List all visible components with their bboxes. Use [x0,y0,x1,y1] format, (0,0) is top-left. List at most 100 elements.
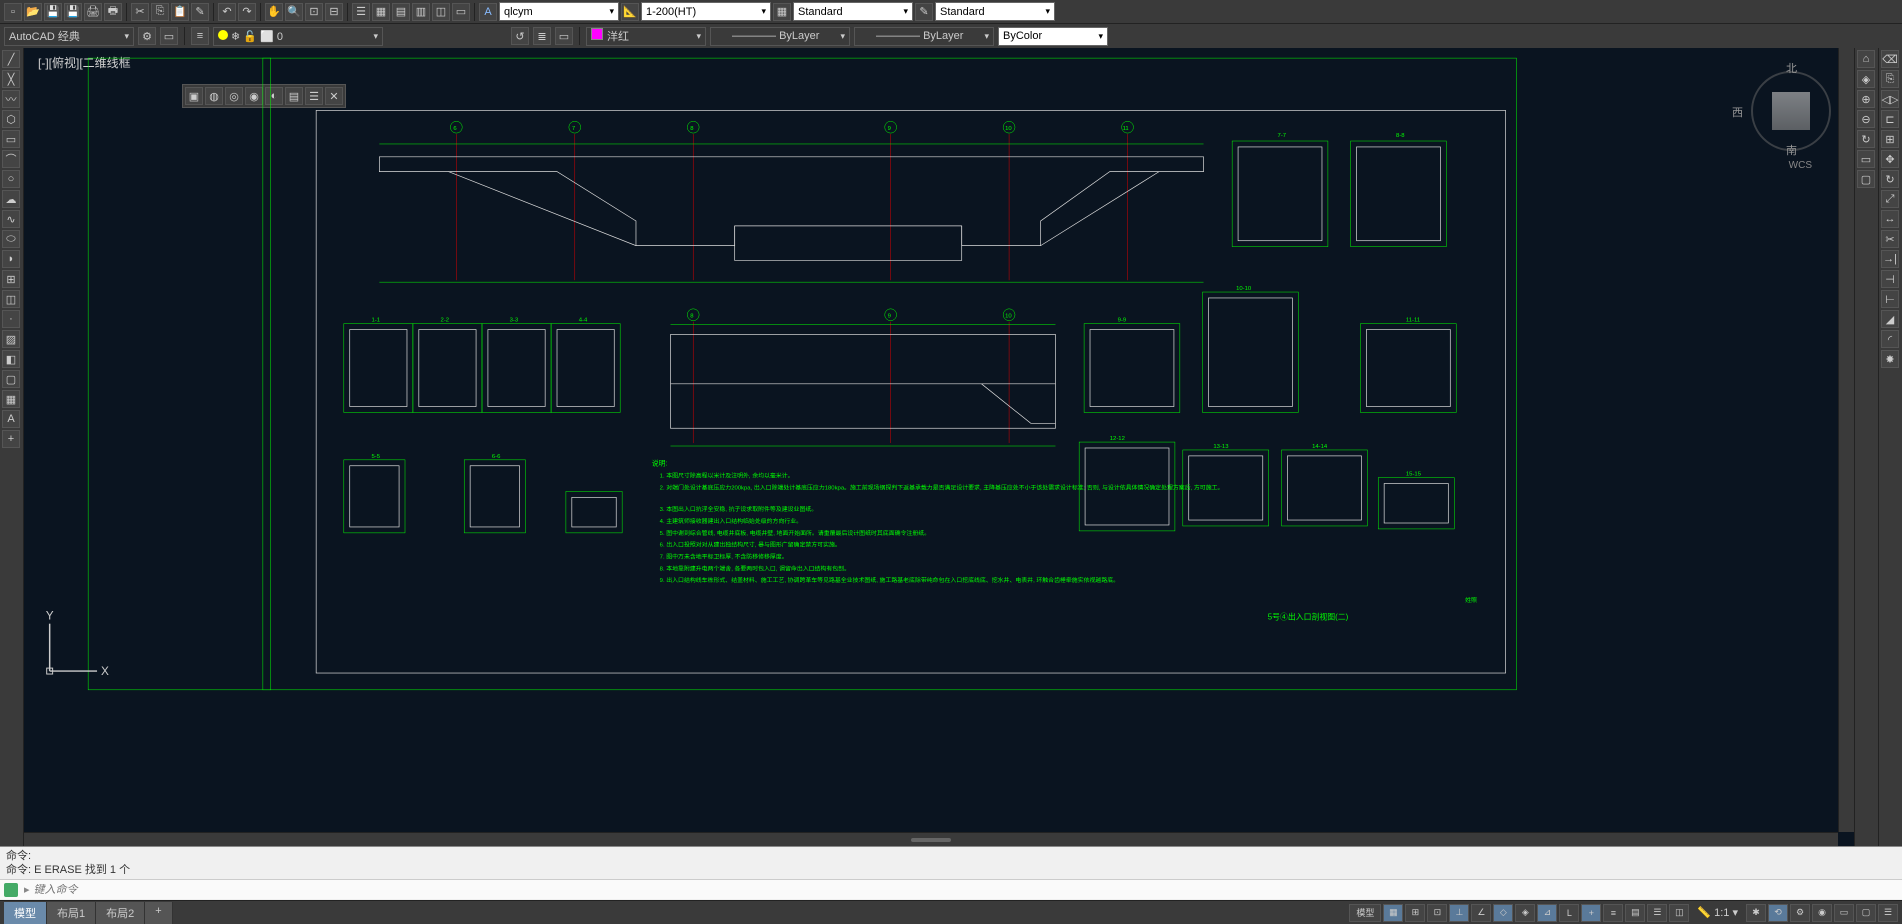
layer-prev-icon[interactable]: ↺ [511,27,529,45]
tab-layout1[interactable]: 布局1 [47,902,96,924]
layer-manager-icon[interactable]: ≡ [191,27,209,45]
lwt-toggle[interactable]: ≡ [1603,904,1623,922]
print-icon[interactable]: 🖶 [104,3,122,21]
open-icon[interactable]: 📂 [24,3,42,21]
zoomprev-icon[interactable]: ⊟ [325,3,343,21]
scale-icon[interactable]: ⤢ [1881,190,1899,208]
linetype1-dropdown[interactable]: ———— ByLayer [710,27,850,46]
circle-icon[interactable]: ○ [2,170,20,188]
plot-icon[interactable]: 🖨 [84,3,102,21]
dimstyle-dropdown[interactable]: 1-200(HT) [641,2,771,21]
layer-iso-icon[interactable]: ▭ [555,27,573,45]
lineweight-dropdown[interactable]: ByColor [998,27,1108,46]
workspace-save-icon[interactable]: ▭ [160,27,178,45]
nav3-icon[interactable]: ⊖ [1857,110,1875,128]
anno-scale[interactable]: 📏 1:1 ▾ [1691,906,1744,919]
designctr-icon[interactable]: ▦ [372,3,390,21]
tpy-toggle[interactable]: ▤ [1625,904,1645,922]
sheetset-icon[interactable]: ▥ [412,3,430,21]
viewcube[interactable]: 北 南 东 西 [1746,66,1836,156]
nav5-icon[interactable]: ▢ [1857,170,1875,188]
line-icon[interactable]: ╱ [2,50,20,68]
tab-model[interactable]: 模型 [4,902,47,924]
mtext-icon[interactable]: A [2,410,20,428]
point-icon[interactable]: · [2,310,20,328]
iso-toggle[interactable]: ▭ [1834,904,1854,922]
drawing-canvas[interactable]: [-][俯视][二维线框 ▣ ◍ ◎ ◉ ◐ ▤ ☰ ✕ 6 [24,48,1854,846]
nav2-icon[interactable]: ⊕ [1857,90,1875,108]
ellipse-icon[interactable]: ⬭ [2,230,20,248]
command-input[interactable] [34,884,1898,896]
textstyle-icon[interactable]: A [479,3,497,21]
qp-toggle[interactable]: ☰ [1647,904,1667,922]
trim-icon[interactable]: ✂ [1881,230,1899,248]
erase-icon[interactable]: ⌫ [1881,50,1899,68]
xline-icon[interactable]: ╳ [2,70,20,88]
otrack-toggle[interactable]: ⊿ [1537,904,1557,922]
ducs-toggle[interactable]: L [1559,904,1579,922]
polygon-icon[interactable]: ⬡ [2,110,20,128]
move-icon[interactable]: ✥ [1881,150,1899,168]
tablestyle1-dropdown[interactable]: Standard [793,2,913,21]
revcloud-icon[interactable]: ☁ [2,190,20,208]
hw-accel-icon[interactable]: ◉ [1812,904,1832,922]
array-icon[interactable]: ⊞ [1881,130,1899,148]
custom-icon[interactable]: ☰ [1878,904,1898,922]
copy-icon[interactable]: ⎘ [151,3,169,21]
ortho-toggle[interactable]: ⊥ [1449,904,1469,922]
zoomwin-icon[interactable]: ⊡ [305,3,323,21]
calc-icon[interactable]: ▭ [452,3,470,21]
insert-icon[interactable]: ⊞ [2,270,20,288]
markup-icon[interactable]: ◫ [432,3,450,21]
layer-state-icon[interactable]: ≣ [533,27,551,45]
color-dropdown[interactable]: 洋红 [586,27,706,46]
textstyle-dropdown[interactable]: qlcym [499,2,619,21]
linetype2-dropdown[interactable]: ———— ByLayer [854,27,994,46]
region-icon[interactable]: ▢ [2,370,20,388]
zoom-icon[interactable]: 🔍 [285,3,303,21]
home-icon[interactable]: ⌂ [1857,50,1875,68]
nav4-icon[interactable]: ▭ [1857,150,1875,168]
vscrollbar[interactable] [1838,48,1854,832]
cut-icon[interactable]: ✂ [131,3,149,21]
dimstyle-icon[interactable]: 📐 [621,3,639,21]
fillet-icon[interactable]: ◜ [1881,330,1899,348]
status-model[interactable]: 模型 [1349,904,1381,922]
break-icon[interactable]: ⊣ [1881,270,1899,288]
tablestyle-icon[interactable]: ▦ [773,3,791,21]
rectangle-icon[interactable]: ▭ [2,130,20,148]
tab-layout2[interactable]: 布局2 [96,902,145,924]
redo-icon[interactable]: ↷ [238,3,256,21]
match-icon[interactable]: ✎ [191,3,209,21]
toolpal-icon[interactable]: ▤ [392,3,410,21]
workspace-dropdown[interactable]: AutoCAD 经典 [4,27,134,46]
undo-icon[interactable]: ↶ [218,3,236,21]
layer-dropdown[interactable]: ❄ 🔓 ⬜ 0 [213,27,383,46]
gradient-icon[interactable]: ◧ [2,350,20,368]
explode-icon[interactable]: ✸ [1881,350,1899,368]
workspace-settings-icon[interactable]: ⚙ [138,27,156,45]
join-icon[interactable]: ⊢ [1881,290,1899,308]
paste-icon[interactable]: 📋 [171,3,189,21]
new-icon[interactable]: ▫ [4,3,22,21]
pan-icon[interactable]: ✋ [265,3,283,21]
polar-toggle[interactable]: ∠ [1471,904,1491,922]
spline-icon[interactable]: ∿ [2,210,20,228]
stretch-icon[interactable]: ↔ [1881,210,1899,228]
anno-auto-toggle[interactable]: ⟲ [1768,904,1788,922]
nav1-icon[interactable]: ◈ [1857,70,1875,88]
rotate-icon[interactable]: ↻ [1881,170,1899,188]
tab-add[interactable]: + [145,902,172,924]
sc-toggle[interactable]: ◫ [1669,904,1689,922]
extend-icon[interactable]: →| [1881,250,1899,268]
mirror-icon[interactable]: ◁▷ [1881,90,1899,108]
dyn-toggle[interactable]: + [1581,904,1601,922]
orbit-icon[interactable]: ↻ [1857,130,1875,148]
table-icon[interactable]: ▦ [2,390,20,408]
anno-vis-toggle[interactable]: ✱ [1746,904,1766,922]
grid-toggle[interactable]: ▦ [1383,904,1403,922]
addsel-icon[interactable]: + [2,430,20,448]
arc-icon[interactable]: ⌒ [2,150,20,168]
3dosnap-toggle[interactable]: ◈ [1515,904,1535,922]
block-icon[interactable]: ◫ [2,290,20,308]
